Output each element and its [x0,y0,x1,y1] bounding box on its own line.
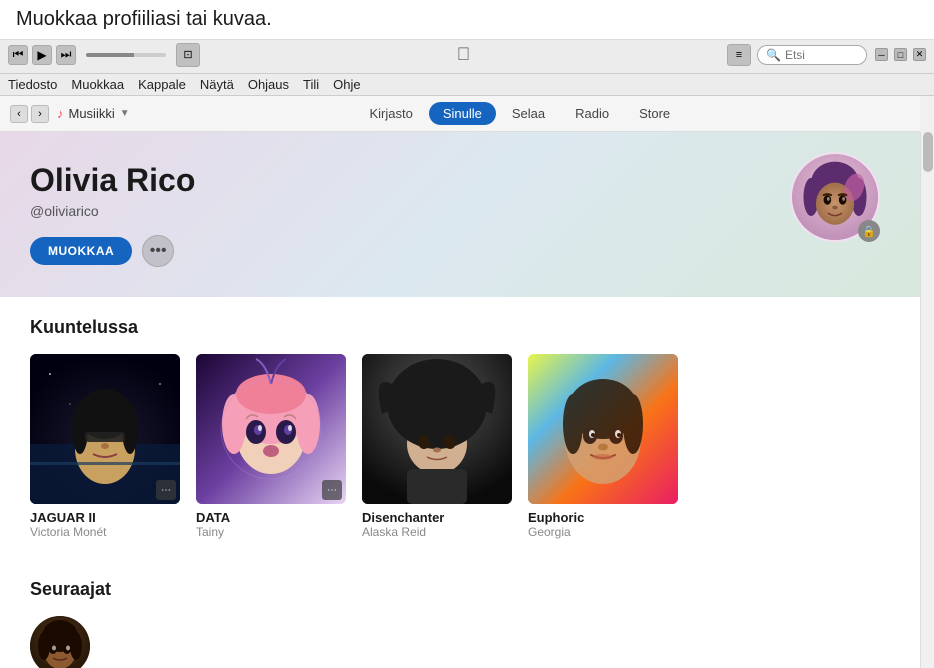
album-artist: Tainy [196,525,346,539]
seuraajat-title: Seuraajat [30,579,890,600]
album-item: ⋯ DATA Tainy [196,354,346,539]
close-button[interactable]: ✕ [913,48,926,61]
tab-sinulle[interactable]: Sinulle [429,102,496,125]
lock-icon: 🔒 [862,225,876,238]
album-cover-disenchanter[interactable] [362,354,512,504]
play-button[interactable]: ▶ [32,45,52,65]
album-artist: Alaska Reid [362,525,512,539]
profile-header: Olivia Rico @oliviarico MUOKKAA ••• [0,132,920,297]
search-icon: 🔍 [766,48,781,62]
euphoric-cover-art [528,354,678,504]
chevron-down-icon: ▼ [120,108,130,119]
profile-handle: @oliviarico [30,203,890,219]
nav-bar: ‹ › ♪ Musiikki ▼ Kirjasto Sinulle Selaa … [0,96,920,132]
more-options-button[interactable]: ••• [142,235,174,267]
disenchanter-cover-art [362,354,512,504]
follower-avatar [30,616,90,668]
avatar-container: 🔒 [790,152,880,242]
seuraajat-section: Seuraajat [0,559,920,668]
menu-muokkaa[interactable]: Muokkaa [71,77,124,92]
tab-store[interactable]: Store [625,102,684,125]
fastforward-button[interactable]: ⏭ [56,45,76,65]
nav-tabs: Kirjasto Sinulle Selaa Radio Store [130,102,910,125]
maximize-button[interactable]: □ [894,48,907,61]
album-menu-button[interactable]: ⋯ [322,480,342,500]
album-title: DATA [196,510,346,525]
album-menu-button[interactable]: ⋯ [156,480,176,500]
menu-ohjaus[interactable]: Ohjaus [248,77,289,92]
kuuntelussa-section: Kuuntelussa [0,297,920,559]
scrollbar[interactable] [920,132,934,668]
album-item: Euphoric Georgia [528,354,678,539]
search-input[interactable] [785,48,865,62]
window-controls: ─ □ ✕ [875,48,926,61]
edit-profile-button[interactable]: MUOKKAA [30,237,132,265]
library-selector[interactable]: ♪ Musiikki ▼ [57,106,130,121]
album-cover-jaguar[interactable]: ⋯ [30,354,180,504]
rewind-button[interactable]: ⏮ [8,45,28,65]
album-title: Euphoric [528,510,678,525]
volume-slider[interactable] [86,53,166,57]
menu-kappale[interactable]: Kappale [138,77,186,92]
album-title: Disenchanter [362,510,512,525]
album-artist: Georgia [528,525,678,539]
profile-name: Olivia Rico [30,162,890,199]
tooltip-text: Muokkaa profiiliasi tai kuvaa. [0,0,934,40]
menu-tili[interactable]: Tili [303,77,319,92]
follower-avatar-image [30,616,90,668]
menu-bar: Tiedosto Muokkaa Kappale Näytä Ohjaus Ti… [0,74,934,96]
albums-grid: ⋯ JAGUAR II Victoria Monét [30,354,890,539]
album-title: JAGUAR II [30,510,180,525]
album-artist: Victoria Monét [30,525,180,539]
album-item: Disenchanter Alaska Reid [362,354,512,539]
menu-nayta[interactable]: Näytä [200,77,234,92]
airplay-button[interactable]: ⊡ [176,43,200,67]
album-cover-data[interactable]: ⋯ [196,354,346,504]
apple-logo:  [200,44,727,65]
menu-tiedosto[interactable]: Tiedosto [8,77,57,92]
tab-radio[interactable]: Radio [561,102,623,125]
playback-controls: ⏮ ▶ ⏭ ⊡ [8,43,200,67]
title-bar: ⏮ ▶ ⏭ ⊡  ≡ 🔍 ─ □ ✕ [0,36,934,74]
forward-button[interactable]: › [31,105,49,123]
list-button[interactable]: ≡ [727,44,751,66]
tab-selaa[interactable]: Selaa [498,102,559,125]
kuuntelussa-title: Kuuntelussa [30,317,890,338]
lock-badge: 🔒 [858,220,880,242]
profile-buttons: MUOKKAA ••• [30,235,890,267]
nav-arrows: ‹ › [10,105,49,123]
library-label: Musiikki [69,106,115,121]
menu-ohje[interactable]: Ohje [333,77,360,92]
tab-kirjasto[interactable]: Kirjasto [355,102,426,125]
music-note-icon: ♪ [57,106,64,121]
back-button[interactable]: ‹ [10,105,28,123]
follower-avatar-container [30,616,890,668]
main-content: Olivia Rico @oliviarico MUOKKAA ••• [0,132,920,668]
album-cover-euphoric[interactable] [528,354,678,504]
album-item: ⋯ JAGUAR II Victoria Monét [30,354,180,539]
minimize-button[interactable]: ─ [875,48,888,61]
search-box[interactable]: 🔍 [757,45,867,65]
tooltip-label: Muokkaa profiiliasi tai kuvaa. [16,8,272,30]
scrollbar-thumb[interactable] [923,132,933,172]
